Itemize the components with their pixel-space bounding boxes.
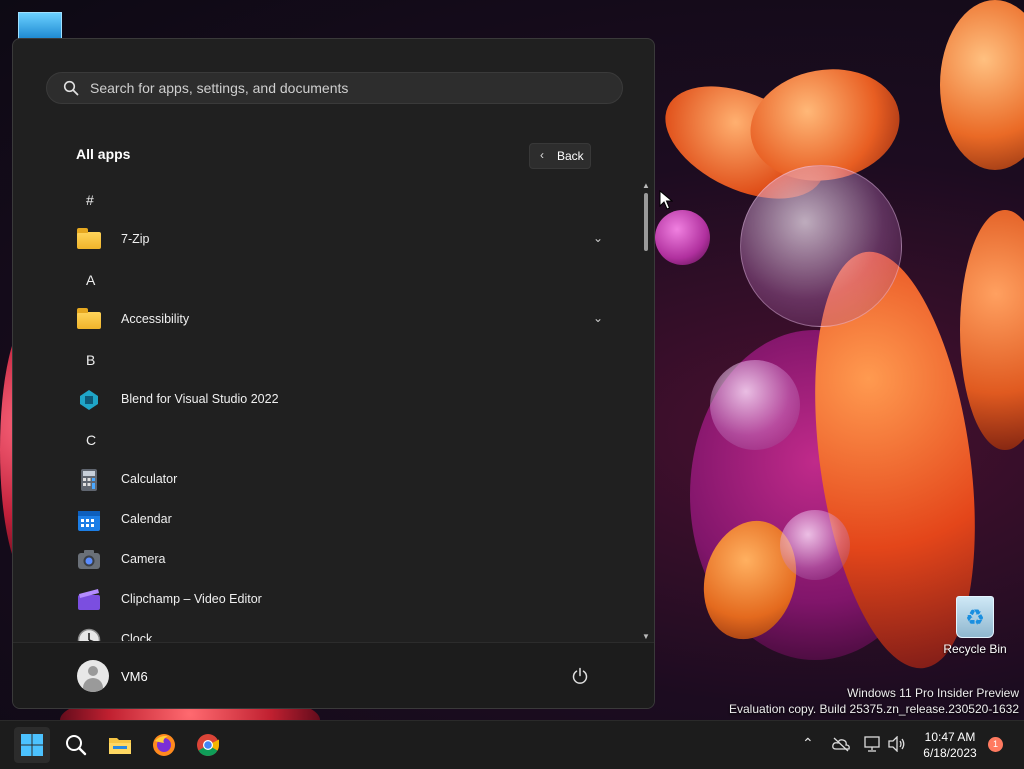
app-item-blend[interactable]: Blend for Visual Studio 2022 — [73, 383, 603, 417]
volume-icon[interactable] — [888, 736, 906, 752]
app-name: Camera — [121, 552, 166, 566]
power-icon[interactable] — [571, 667, 589, 685]
file-explorer-button[interactable] — [102, 727, 138, 763]
network-icon[interactable] — [864, 736, 882, 752]
app-list-scrollbar[interactable]: ▲ ▼ — [642, 181, 650, 641]
blend-icon — [80, 390, 98, 410]
user-avatar[interactable] — [77, 660, 109, 692]
scroll-down-arrow-icon[interactable]: ▼ — [642, 632, 650, 641]
scrollbar-thumb[interactable] — [644, 193, 648, 251]
app-item-calendar[interactable]: Calendar — [73, 503, 603, 537]
start-button[interactable] — [14, 727, 50, 763]
clock-date[interactable]: 10:47 AM 6/18/2023 — [918, 729, 982, 761]
file-explorer-icon — [109, 738, 131, 754]
app-name: Clock — [121, 632, 153, 641]
all-apps-title: All apps — [76, 146, 131, 162]
search-box[interactable]: Search for apps, settings, and documents — [46, 72, 623, 104]
app-item-7zip[interactable]: 7-Zip ⌄ — [73, 223, 603, 257]
group-header-a[interactable]: A — [86, 272, 95, 288]
folder-icon — [77, 308, 101, 329]
watermark-build: Evaluation copy. Build 25375.zn_release.… — [729, 702, 1019, 716]
group-header-b[interactable]: B — [86, 352, 95, 368]
clock-time: 10:47 AM — [924, 730, 976, 744]
app-item-clipchamp[interactable]: Clipchamp – Video Editor — [73, 583, 603, 617]
group-header-hash[interactable]: # — [86, 192, 94, 208]
back-button-label: Back — [557, 149, 584, 163]
app-item-clock[interactable]: Clock — [73, 623, 603, 641]
mouse-cursor-icon — [659, 190, 673, 210]
chevron-left-icon: ‹ — [540, 148, 544, 162]
start-menu: Search for apps, settings, and documents… — [12, 38, 655, 709]
firefox-icon — [153, 734, 175, 756]
chrome-icon — [197, 734, 219, 756]
app-name: Calculator — [121, 472, 178, 486]
back-button[interactable]: ‹ Back — [529, 143, 591, 169]
search-icon — [63, 80, 79, 96]
windows-watermark: Windows 11 Pro Insider Preview Evaluatio… — [729, 685, 1019, 717]
user-name[interactable]: VM6 — [121, 669, 148, 684]
search-icon — [66, 735, 87, 756]
clock-date-text: 6/18/2023 — [923, 746, 977, 760]
scroll-up-arrow-icon[interactable]: ▲ — [642, 181, 650, 190]
recycle-bin-icon: ♻ — [956, 596, 994, 638]
windows-logo-icon — [21, 734, 43, 756]
app-item-camera[interactable]: Camera — [73, 543, 603, 577]
chevron-up-icon[interactable]: ⌃ — [802, 735, 814, 752]
app-name: Accessibility — [121, 312, 190, 326]
app-item-calculator[interactable]: Calculator — [73, 463, 603, 497]
calculator-icon — [81, 469, 97, 491]
taskbar: ⌃ 10:47 AM 6/18/2023 1 — [0, 720, 1024, 769]
recycle-bin-label: Recycle Bin — [943, 642, 1007, 656]
app-name: 7-Zip — [121, 232, 150, 246]
start-menu-footer: VM6 — [13, 642, 654, 708]
app-name: Blend for Visual Studio 2022 — [121, 392, 279, 406]
app-item-accessibility[interactable]: Accessibility ⌄ — [73, 303, 603, 337]
recycle-bin[interactable]: ♻ Recycle Bin — [942, 596, 1008, 656]
app-name: Calendar — [121, 512, 172, 526]
folder-icon — [77, 228, 101, 249]
chevron-down-icon[interactable]: ⌄ — [593, 231, 603, 245]
app-name: Clipchamp – Video Editor — [121, 592, 262, 606]
search-input[interactable]: Search for apps, settings, and documents — [90, 80, 348, 96]
firefox-button[interactable] — [146, 727, 182, 763]
camera-icon — [78, 550, 100, 569]
chrome-button[interactable] — [190, 727, 226, 763]
notification-badge[interactable]: 1 — [988, 737, 1003, 752]
clipchamp-icon — [78, 589, 100, 610]
taskbar-search-button[interactable] — [58, 727, 94, 763]
desktop-shortcut-icon[interactable] — [18, 12, 62, 40]
onedrive-offline-icon[interactable] — [832, 736, 850, 752]
calendar-icon — [78, 511, 100, 531]
chevron-down-icon[interactable]: ⌄ — [593, 311, 603, 325]
clock-icon — [77, 628, 101, 641]
group-header-c[interactable]: C — [86, 432, 96, 448]
watermark-edition: Windows 11 Pro Insider Preview — [847, 686, 1019, 700]
app-list: # 7-Zip ⌄ A Accessibility ⌄ B Blend for … — [13, 179, 638, 641]
